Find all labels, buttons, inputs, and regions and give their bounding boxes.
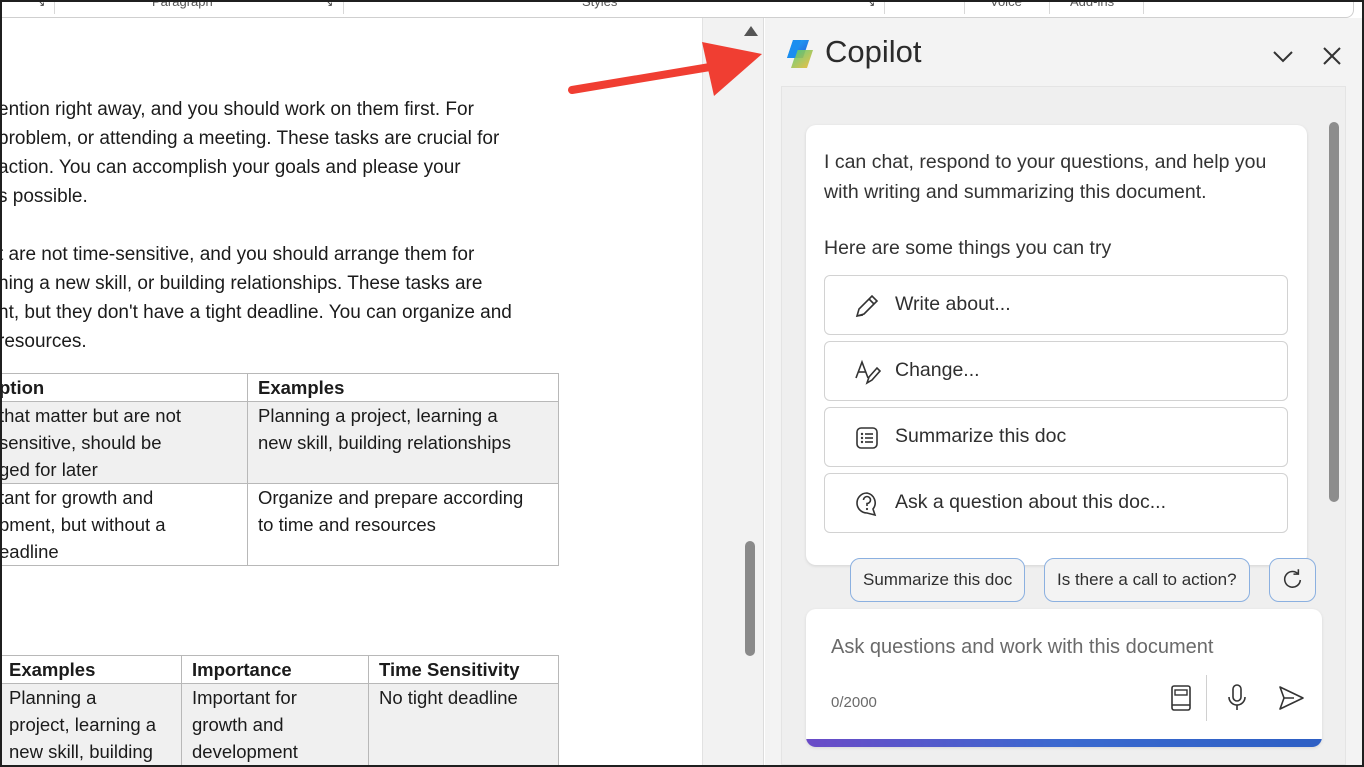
welcome-card: I can chat, respond to your questions, a… — [806, 125, 1307, 565]
table-header-examples: Examples — [247, 373, 559, 402]
suggestion-label: Write about... — [895, 293, 1011, 315]
suggestion-label: Change... — [895, 359, 980, 381]
doc-line: resources. — [2, 331, 87, 352]
doc-line: problem, or attending a meeting. These t… — [2, 128, 500, 149]
scroll-up-arrow-icon[interactable] — [744, 26, 758, 36]
microphone-icon[interactable] — [1222, 682, 1252, 714]
ribbon-separator — [54, 0, 55, 14]
ribbon-separator — [343, 0, 344, 14]
table-header-time-sensitivity: Time Sensitivity — [368, 655, 559, 684]
table-cell: Organize and prepare according to time a… — [247, 483, 559, 566]
chat-scrollbar-thumb[interactable] — [1329, 122, 1339, 502]
red-arrow-annotation — [568, 42, 762, 96]
doc-line: action. You can accomplish your goals an… — [2, 157, 461, 178]
scrollbar-thumb[interactable] — [745, 541, 755, 656]
doc-line: t are not time-sensitive, and you should… — [2, 244, 475, 265]
table-cell: Planning a project, learning a new skill… — [247, 401, 559, 484]
importance-table: Examples Importance Time Sensitivity Pla… — [2, 655, 559, 765]
composer-accent-bar — [806, 739, 1322, 747]
chip-summarize-this-doc[interactable]: Summarize this doc — [850, 558, 1026, 602]
table-cell: Important for growth and development — [181, 683, 369, 765]
chat-composer[interactable]: Ask questions and work with this documen… — [806, 609, 1322, 747]
table-cell: tant for growth and pment, but without a… — [2, 483, 248, 566]
ribbon-group-voice: Voice — [990, 0, 1022, 9]
list-icon — [856, 427, 878, 449]
chip-call-to-action[interactable]: Is there a call to action? — [1044, 558, 1250, 602]
suggestion-write-about-button[interactable]: Write about... — [824, 275, 1288, 335]
suggestion-change-button[interactable]: Change... — [824, 341, 1288, 401]
document-scrollbar[interactable] — [738, 18, 764, 765]
ribbon-separator — [1143, 0, 1144, 14]
page-gutter — [702, 18, 738, 765]
prompt-library-icon[interactable] — [1166, 682, 1196, 714]
character-counter: 0/2000 — [831, 694, 877, 711]
ribbon-separator — [1049, 0, 1050, 14]
doc-line: s possible. — [2, 186, 88, 207]
priority-table: ption Examples that matter but are not s… — [2, 373, 559, 566]
refresh-suggestions-button[interactable] — [1269, 558, 1316, 602]
copilot-logo-icon — [787, 40, 813, 68]
pen-icon — [855, 294, 879, 318]
ribbon-group-styles: Styles — [582, 0, 618, 9]
refresh-icon — [1283, 569, 1302, 588]
ribbon-separator — [964, 0, 965, 14]
welcome-intro-text: I can chat, respond to your questions, a… — [824, 151, 1267, 203]
styles-launcher-icon[interactable]: ↘ — [866, 0, 875, 9]
paragraph-launcher-icon[interactable]: ↘ — [324, 0, 333, 9]
composer-divider — [1206, 675, 1207, 721]
table-row: Planning a project, learning a new skill… — [2, 683, 559, 765]
composer-placeholder[interactable]: Ask questions and work with this documen… — [831, 636, 1213, 659]
table-row: tant for growth and pment, but without a… — [2, 483, 559, 566]
copilot-pane: Copilot I can chat, respond to your ques… — [765, 18, 1362, 765]
ribbon-group-paragraph: Paragraph — [152, 0, 213, 9]
suggestion-label: Ask a question about this doc... — [895, 491, 1167, 513]
suggestion-label: Summarize this doc — [895, 425, 1067, 447]
table-row: that matter but are not sensitive, shoul… — [2, 401, 559, 484]
ribbon-group-add-ins: Add-ins — [1070, 0, 1115, 9]
try-heading: Here are some things you can try — [824, 237, 1112, 259]
table-cell: Planning a project, learning a new skill… — [2, 683, 182, 765]
table-cell: No tight deadline — [368, 683, 559, 765]
suggestion-ask-question-button[interactable]: Ask a question about this doc... — [824, 473, 1288, 533]
dialog-launcher-icon[interactable]: ↘ — [36, 0, 45, 9]
question-chat-icon — [856, 492, 877, 517]
table-header-examples: Examples — [2, 655, 182, 684]
ribbon-strip: ↘ Paragraph ↘ Styles ↘ Voice Add-ins — [2, 0, 1354, 18]
send-icon[interactable] — [1276, 682, 1306, 714]
collapse-chevron-down-icon[interactable] — [1271, 44, 1295, 68]
ribbon-separator — [884, 0, 885, 14]
table-header-importance: Importance — [181, 655, 369, 684]
doc-line: nt, but they don't have a tight deadline… — [2, 302, 512, 323]
rewrite-icon — [855, 359, 881, 385]
doc-line: ention right away, and you should work o… — [2, 99, 474, 120]
doc-line: ning a new skill, or building relationsh… — [2, 273, 483, 294]
document-canvas[interactable]: ention right away, and you should work o… — [2, 18, 702, 765]
table-cell: that matter but are not sensitive, shoul… — [2, 401, 248, 484]
table-header-description: ption — [2, 373, 248, 402]
suggestion-summarize-button[interactable]: Summarize this doc — [824, 407, 1288, 467]
close-icon[interactable] — [1320, 44, 1344, 68]
copilot-title: Copilot — [825, 34, 922, 69]
